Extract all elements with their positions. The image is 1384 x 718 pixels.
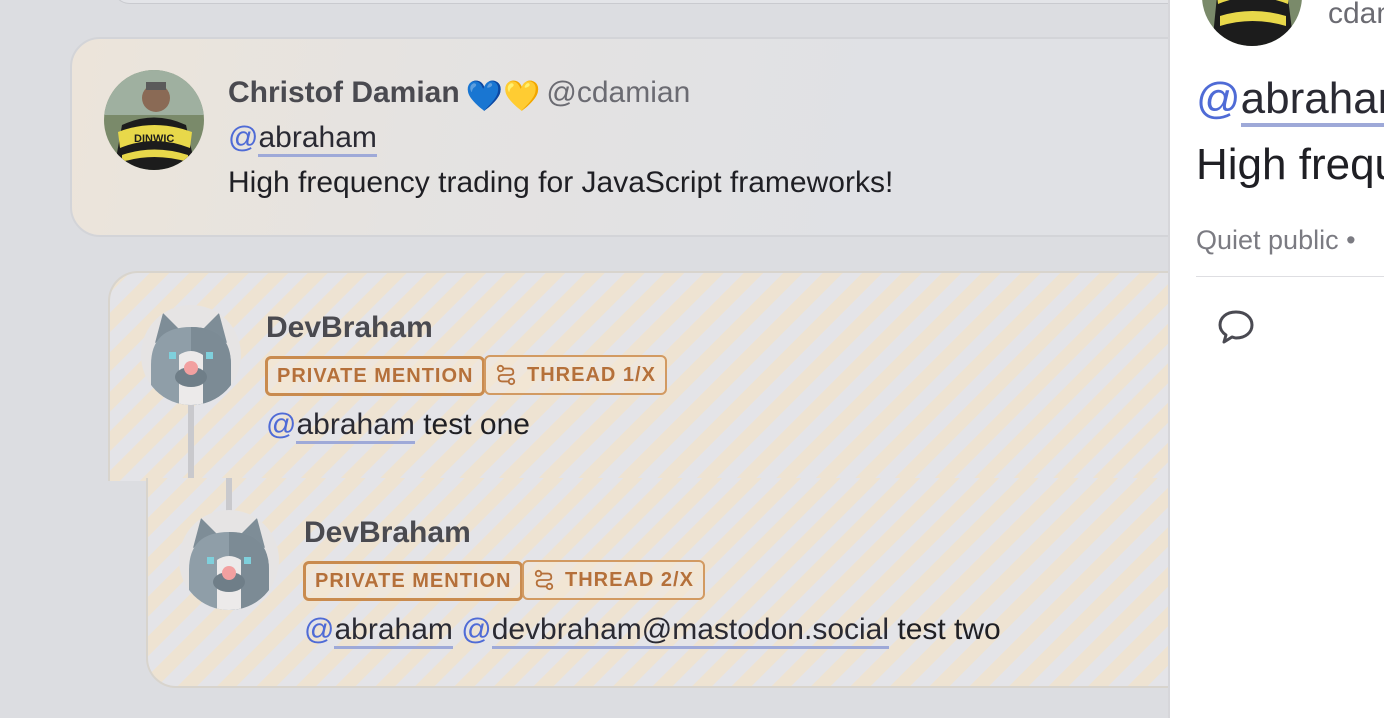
timeline: DINWIC Christof Damian 💙💛 @cdamian @abraha… (0, 0, 1168, 718)
mention-link[interactable]: @abraham (228, 121, 377, 157)
previous-post-card[interactable] (112, 0, 1168, 4)
private-mention-badge: PRIVATE MENTION (265, 356, 486, 396)
panel-mention-line: @abraham (1196, 74, 1384, 127)
reply-1-author-line: DevBraham (266, 311, 433, 345)
status-author-line: Christof Damian 💙💛 @cdamian (228, 76, 690, 114)
thread-connector-2 (226, 478, 232, 512)
mention-link[interactable]: @abraham (304, 613, 453, 649)
mention-link[interactable]: @devbraham@mastodon.social (461, 613, 890, 649)
thread-badge[interactable]: THREAD 2/X (522, 560, 705, 600)
thread-connector-1 (188, 400, 194, 480)
author-name[interactable]: DevBraham (266, 311, 433, 344)
author-name[interactable]: DevBraham (304, 516, 471, 549)
thread-icon (496, 364, 516, 386)
author-handle[interactable]: cdamian (1328, 0, 1384, 31)
thread-badge[interactable]: THREAD 1/X (484, 355, 667, 395)
visibility-meta: Quiet public • (1196, 225, 1356, 255)
thread-icon (534, 569, 554, 591)
author-name[interactable]: Christof Damian (228, 76, 460, 109)
reply-bubble-icon[interactable] (1216, 306, 1256, 346)
avatar-christof[interactable]: DINWIC (104, 70, 204, 170)
status-detail-panel: DINWIC cdamian @abraham High frequency t… (1168, 0, 1384, 718)
svg-text:DINWIC: DINWIC (1232, 0, 1272, 1)
heart-emoji: 💙💛 (465, 80, 541, 113)
private-mention-badge: PRIVATE MENTION (303, 561, 524, 601)
svg-text:DINWIC: DINWIC (134, 133, 174, 145)
avatar-devbraham[interactable] (179, 510, 279, 610)
mention-link[interactable]: @abraham (1196, 74, 1384, 127)
reply-1-content: @abraham test one (266, 408, 530, 444)
status-mention-line: @abraham (228, 121, 377, 157)
avatar-devbraham[interactable] (141, 305, 241, 405)
divider (1196, 276, 1384, 277)
mention-link[interactable]: @abraham (266, 408, 415, 444)
author-handle[interactable]: @cdamian (546, 76, 690, 109)
panel-content: High frequency trading for JavaScript fr… (1196, 140, 1384, 189)
reply-2-content: @abraham @devbraham@mastodon.social test… (304, 613, 1001, 649)
avatar-christof[interactable]: DINWIC (1202, 0, 1302, 46)
status-content: High frequency trading for JavaScript fr… (228, 166, 894, 199)
reply-2-author-line: DevBraham (304, 516, 471, 550)
